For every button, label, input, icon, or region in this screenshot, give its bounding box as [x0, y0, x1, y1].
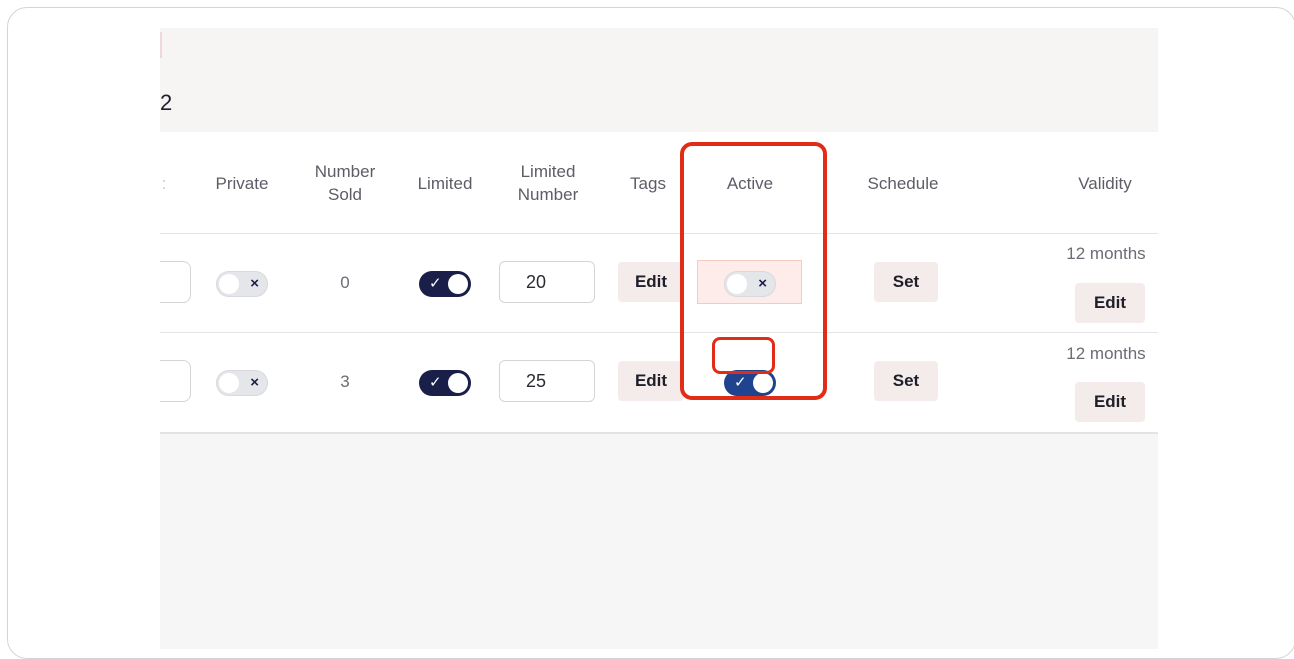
toggle-knob — [219, 274, 239, 294]
row1-private-toggle[interactable]: × — [216, 271, 268, 297]
partial-column-header: : — [161, 173, 167, 193]
column-header-validity: Validity — [1078, 173, 1132, 193]
row1-partial-input[interactable] — [160, 261, 191, 303]
row1-validity-edit-button[interactable]: Edit — [1075, 283, 1145, 323]
toggle-knob — [448, 274, 468, 294]
row2-number-sold: 3 — [340, 372, 350, 391]
tickets-table: : Private Number Sold Limited Limited Nu… — [160, 132, 1158, 434]
row2-limited-toggle[interactable]: ✓ — [419, 370, 471, 396]
row1-limited-toggle[interactable]: ✓ — [419, 271, 471, 297]
row2-partial-input[interactable] — [160, 360, 191, 402]
toggle-knob — [219, 373, 239, 393]
column-header-schedule: Schedule — [867, 173, 939, 193]
row2-tags-edit-button[interactable]: Edit — [618, 361, 684, 401]
row1-tags-edit-button[interactable]: Edit — [618, 262, 684, 302]
header-separator — [160, 233, 1158, 234]
check-icon: ✓ — [429, 275, 442, 292]
active-toggle-annotation — [712, 337, 775, 374]
panel-header-area: 2 — [160, 28, 1158, 132]
row2-validity-edit-button[interactable]: Edit — [1075, 382, 1145, 422]
screenshot-frame: 2 : Private Number Sold Limited Limited … — [7, 7, 1294, 659]
row-separator — [160, 332, 1158, 333]
check-icon: ✓ — [429, 374, 442, 391]
row2-validity: 12 months — [1066, 344, 1146, 363]
toggle-knob — [448, 373, 468, 393]
column-header-number-sold: Number Sold — [314, 162, 376, 204]
ticket-count: 2 — [160, 90, 173, 115]
row2-private-toggle[interactable]: × — [216, 370, 268, 396]
column-header-private: Private — [215, 173, 269, 193]
cross-icon: × — [250, 275, 259, 292]
row2-limited-number-input[interactable]: 25 — [499, 360, 595, 402]
column-header-limited-number: Limited Number — [517, 162, 579, 204]
row1-schedule-set-button[interactable]: Set — [874, 262, 938, 302]
column-header-limited: Limited — [417, 173, 473, 193]
row1-number-sold: 0 — [340, 273, 350, 292]
row1-validity: 12 months — [1066, 244, 1146, 263]
row1-limited-number-input[interactable]: 20 — [499, 261, 595, 303]
row2-schedule-set-button[interactable]: Set — [874, 361, 938, 401]
tickets-panel: 2 : Private Number Sold Limited Limited … — [160, 28, 1158, 649]
cross-icon: × — [250, 374, 259, 391]
column-header-tags: Tags — [630, 173, 666, 193]
edge-marker — [160, 32, 162, 58]
